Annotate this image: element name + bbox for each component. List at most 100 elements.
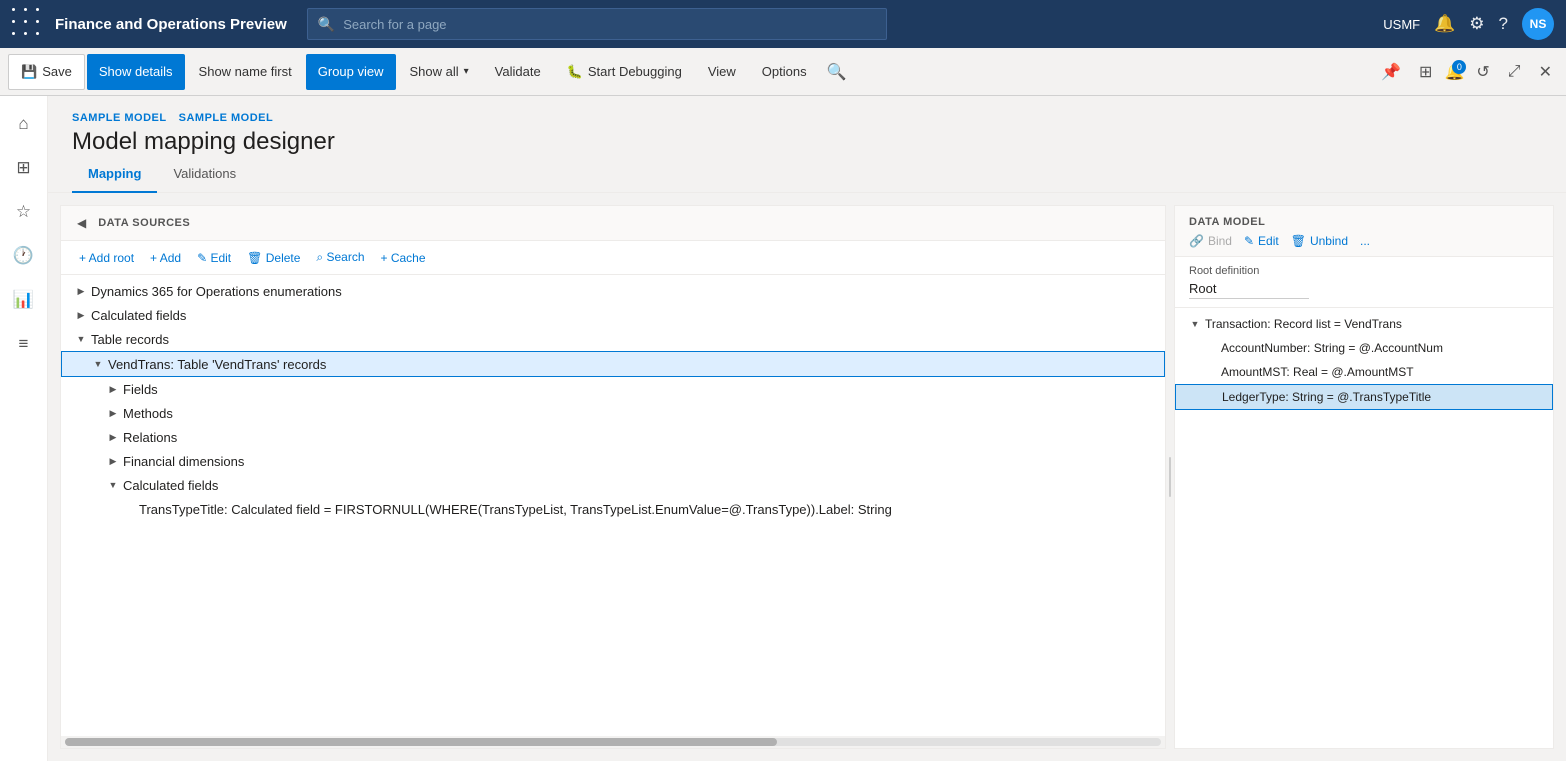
global-search-box[interactable]: 🔍	[307, 8, 887, 40]
view-button[interactable]: View	[696, 54, 748, 90]
tree-item-vendtrans[interactable]: ▼ VendTrans: Table 'VendTrans' records	[61, 351, 1165, 377]
bind-button[interactable]: 🔗 Bind	[1189, 234, 1232, 248]
root-definition-section: Root definition Root	[1175, 257, 1553, 308]
add-button[interactable]: + Add	[144, 248, 187, 268]
tree-item[interactable]: ▶ Calculated fields	[61, 303, 1165, 327]
tab-validations[interactable]: Validations	[157, 156, 252, 193]
tree-item[interactable]: ▶ Fields	[61, 377, 1165, 401]
company-code: USMF	[1383, 17, 1420, 32]
expand-icon[interactable]: ▶	[73, 307, 89, 323]
dm-tree-item-ledgertype[interactable]: ▶ LedgerType: String = @.TransTypeTitle	[1175, 384, 1553, 410]
data-sources-panel-title: DATA SOURCES	[98, 217, 190, 229]
app-title: Finance and Operations Preview	[55, 16, 287, 33]
expand-icon[interactable]: ▼	[90, 356, 106, 372]
search-icon: 🔍	[318, 16, 335, 33]
page-header: SAMPLE MODEL SAMPLE MODEL Model mapping …	[48, 96, 1566, 156]
app-grid-icon[interactable]	[12, 8, 45, 41]
expand-icon[interactable]: ▶	[105, 405, 121, 421]
edit-icon: ✎	[1244, 234, 1254, 248]
search-input[interactable]	[343, 17, 876, 32]
panel-splitter[interactable]	[1166, 193, 1174, 761]
start-debugging-button[interactable]: 🐛 Start Debugging	[555, 54, 694, 90]
delete-button[interactable]: 🗑 Delete	[241, 248, 306, 268]
show-all-chevron-icon: ▾	[464, 66, 469, 77]
expand-icon[interactable]: ▼	[105, 477, 121, 493]
data-model-title: DATA MODEL	[1189, 216, 1539, 228]
settings-icon[interactable]: ⚙	[1469, 14, 1484, 34]
more-button[interactable]: ...	[1360, 234, 1370, 248]
tree-item[interactable]: ▶ Financial dimensions	[61, 449, 1165, 473]
main-toolbar: 💾 Save Show details Show name first Grou…	[0, 48, 1566, 96]
search-ds-button[interactable]: ⌕ Search	[310, 247, 370, 268]
collapse-panel-button[interactable]: ◀	[73, 214, 90, 232]
scroll-thumb[interactable]	[65, 738, 777, 746]
dm-tree-item[interactable]: ▼ Transaction: Record list = VendTrans	[1175, 312, 1553, 336]
help-icon[interactable]: ?	[1499, 14, 1508, 34]
validate-button[interactable]: Validate	[483, 54, 553, 90]
sidebar-workspaces-icon[interactable]: 📊	[4, 280, 44, 320]
unbind-button[interactable]: 🗑 Unbind	[1291, 234, 1348, 248]
notifications-icon[interactable]: 🔔	[1434, 14, 1455, 34]
expand-icon[interactable]: ▶	[73, 283, 89, 299]
expand-icon[interactable]: ▶	[105, 453, 121, 469]
options-button[interactable]: Options	[750, 54, 819, 90]
sidebar-filter-icon[interactable]: ⊞	[4, 148, 44, 188]
top-navigation: Finance and Operations Preview 🔍 USMF 🔔 …	[0, 0, 1566, 48]
horizontal-scrollbar[interactable]	[61, 736, 1165, 748]
open-new-icon[interactable]: ⤢	[1502, 59, 1527, 85]
data-sources-panel-header: ◀ DATA SOURCES	[61, 206, 1165, 241]
save-button[interactable]: 💾 Save	[8, 54, 85, 90]
pin-icon[interactable]: 📌	[1375, 58, 1407, 86]
add-root-button[interactable]: + Add root	[73, 248, 140, 268]
breadcrumb-part2: SAMPLE MODEL	[179, 112, 274, 124]
scroll-track	[65, 738, 1161, 746]
tree-item[interactable]: ▶ Methods	[61, 401, 1165, 425]
splitter-line	[1169, 457, 1171, 497]
group-view-button[interactable]: Group view	[306, 54, 396, 90]
tree-item[interactable]: ▶ Relations	[61, 425, 1165, 449]
tree-item-trans-type-title[interactable]: ▶ TransTypeTitle: Calculated field = FIR…	[61, 497, 1165, 521]
show-all-button[interactable]: Show all ▾	[398, 54, 481, 90]
tree-item[interactable]: ▶ Dynamics 365 for Operations enumeratio…	[61, 279, 1165, 303]
unbind-icon: 🗑	[1291, 234, 1306, 248]
tree-item[interactable]: ▼ Calculated fields	[61, 473, 1165, 497]
edit-dm-button[interactable]: ✎ Edit	[1244, 234, 1279, 248]
notification-badge[interactable]: 🔔 0	[1444, 62, 1464, 82]
tab-mapping[interactable]: Mapping	[72, 156, 157, 193]
root-definition-value: Root	[1189, 281, 1309, 299]
data-sources-toolbar: + Add root + Add ✎ Edit 🗑 Delete ⌕ Searc…	[61, 241, 1165, 275]
cache-button[interactable]: + Cache	[375, 248, 432, 268]
dm-expand-icon[interactable]: ▼	[1187, 316, 1203, 332]
sidebar-modules-icon[interactable]: ≡	[4, 324, 44, 364]
root-definition-label: Root definition	[1189, 265, 1539, 277]
dm-tree-item[interactable]: ▶ AccountNumber: String = @.AccountNum	[1175, 336, 1553, 360]
main-layout: ⌂ ⊞ ☆ 🕐 📊 ≡ SAMPLE MODEL SAMPLE MODEL Mo…	[0, 96, 1566, 761]
edit-ds-button[interactable]: ✎ Edit	[191, 248, 237, 268]
show-details-button[interactable]: Show details	[87, 54, 185, 90]
expand-icon[interactable]: ▶	[105, 429, 121, 445]
left-sidebar: ⌂ ⊞ ☆ 🕐 📊 ≡	[0, 96, 48, 761]
split-pane: ◀ DATA SOURCES + Add root + Add ✎ Edit 🗑…	[48, 193, 1566, 761]
data-model-header: DATA MODEL 🔗 Bind ✎ Edit 🗑 Unbind	[1175, 206, 1553, 257]
data-model-actions: 🔗 Bind ✎ Edit 🗑 Unbind ...	[1189, 234, 1539, 248]
data-sources-panel: ◀ DATA SOURCES + Add root + Add ✎ Edit 🗑…	[60, 205, 1166, 749]
toolbar-search-icon[interactable]: 🔍	[821, 56, 853, 88]
refresh-icon[interactable]: ↺	[1470, 58, 1495, 86]
data-model-panel: DATA MODEL 🔗 Bind ✎ Edit 🗑 Unbind	[1174, 205, 1554, 749]
tab-bar: Mapping Validations	[48, 156, 1566, 193]
close-icon[interactable]: ✕	[1533, 58, 1558, 86]
sidebar-home-icon[interactable]: ⌂	[4, 104, 44, 144]
page-title: Model mapping designer	[72, 128, 1542, 156]
user-avatar[interactable]: NS	[1522, 8, 1554, 40]
layout-icon[interactable]: ⊞	[1413, 58, 1438, 86]
sidebar-recent-icon[interactable]: 🕐	[4, 236, 44, 276]
expand-icon[interactable]: ▼	[73, 331, 89, 347]
bind-icon: 🔗	[1189, 234, 1204, 248]
expand-icon[interactable]: ▶	[105, 381, 121, 397]
dm-tree-item[interactable]: ▶ AmountMST: Real = @.AmountMST	[1175, 360, 1553, 384]
debug-icon: 🐛	[567, 64, 583, 80]
sidebar-favorites-icon[interactable]: ☆	[4, 192, 44, 232]
tree-item[interactable]: ▼ Table records	[61, 327, 1165, 351]
show-name-first-button[interactable]: Show name first	[187, 54, 304, 90]
top-nav-right: USMF 🔔 ⚙ ? NS	[1383, 8, 1554, 40]
